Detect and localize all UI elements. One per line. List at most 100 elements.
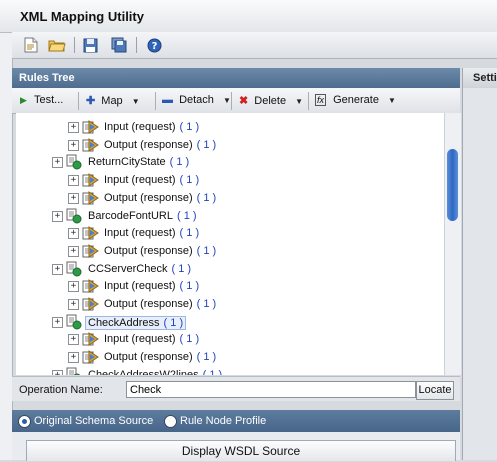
detach-button[interactable]: ▬ Detach ▼ <box>162 94 231 108</box>
tree-message-row[interactable]: + Output (response)( 1 ) <box>16 295 444 313</box>
scrollbar-thumb[interactable] <box>447 149 458 221</box>
tree-node-label[interactable]: Input (request)( 1 ) <box>104 333 199 345</box>
play-icon: ▶ <box>20 95 27 105</box>
expand-icon[interactable]: + <box>52 263 63 275</box>
rule-node-profile-label[interactable]: Rule Node Profile <box>180 415 266 427</box>
test-button[interactable]: ▶ Test... <box>20 94 63 108</box>
save-icon[interactable] <box>81 36 99 54</box>
expand-icon[interactable]: + <box>52 157 63 169</box>
tree-node-label[interactable]: Output (response)( 1 ) <box>104 298 216 310</box>
operation-name-input[interactable] <box>126 381 416 398</box>
help-icon[interactable]: ? <box>145 36 163 54</box>
expand-icon[interactable]: + <box>68 192 79 204</box>
rules-tree-view[interactable]: + Input (request)( 1 ) + Output (response)(… <box>16 113 444 375</box>
open-folder-icon[interactable] <box>48 36 66 54</box>
tree-node-label[interactable]: CheckAddressW2lines( 1 ) <box>88 369 222 375</box>
tree-message-row[interactable]: + Output (response)( 1 ) <box>16 348 444 366</box>
expand-icon[interactable]: + <box>68 139 79 151</box>
expand-icon[interactable]: + <box>68 299 79 310</box>
expand-icon[interactable]: + <box>68 352 79 364</box>
settings-panel: Setti <box>462 68 497 460</box>
message-node-icon <box>82 119 99 135</box>
settings-panel-title: Setti <box>473 72 497 84</box>
tree-node-label[interactable]: Output (response)( 1 ) <box>104 139 216 151</box>
tree-node-label[interactable]: Input (request)( 1 ) <box>104 121 199 133</box>
expand-icon[interactable]: + <box>52 316 63 328</box>
tree-vertical-scrollbar[interactable] <box>444 113 461 375</box>
tree-message-row[interactable]: + Output (response)( 1 ) <box>16 136 444 154</box>
svg-text:?: ? <box>151 41 157 52</box>
tree-operation-row[interactable]: + CCServerCheck( 1 ) <box>16 260 444 278</box>
tree-message-row[interactable]: + Output (response)( 1 ) <box>16 242 444 260</box>
tree-node-count: ( 1 ) <box>179 280 200 293</box>
tree-message-row[interactable]: + Input (request)( 1 ) <box>16 330 444 348</box>
tree-node-name: Input (request) <box>104 227 176 240</box>
rules-tree-title: Rules Tree <box>19 72 75 84</box>
tree-message-row[interactable]: + Input (request)( 1 ) <box>16 224 444 242</box>
message-node-icon <box>82 243 99 259</box>
map-button[interactable]: ✚ Map ▼ <box>86 94 140 108</box>
tree-node-label[interactable]: BarcodeFontURL ( 1 ) <box>88 210 197 222</box>
message-node-icon <box>82 137 99 153</box>
tree-node-name: Output (response) <box>104 298 193 310</box>
action-separator <box>155 92 156 110</box>
tree-operation-row[interactable]: + CheckAddress( 1 ) <box>16 313 444 331</box>
chevron-down-icon: ▼ <box>388 96 396 105</box>
expand-icon[interactable]: + <box>68 245 79 257</box>
operation-name-bar: Operation Name: Locate <box>12 376 460 401</box>
tree-node-label[interactable]: Input (request)( 1 ) <box>104 174 199 186</box>
tree-operation-row[interactable]: + BarcodeFontURL ( 1 ) <box>16 207 444 225</box>
tree-node-label[interactable]: CheckAddress( 1 ) <box>85 315 187 330</box>
tree-operation-row[interactable]: + CheckAddressW2lines( 1 ) <box>16 366 444 375</box>
rules-tree-header: Rules Tree <box>12 68 460 88</box>
tree-node-label[interactable]: Output (response)( 1 ) <box>104 351 216 363</box>
action-separator <box>308 92 309 110</box>
expand-icon[interactable]: + <box>68 334 79 346</box>
tree-message-row[interactable]: + Input (request)( 1 ) <box>16 118 444 136</box>
main-toolbar: ? <box>12 32 497 59</box>
expand-icon[interactable]: + <box>52 369 63 375</box>
message-node-icon <box>82 296 99 312</box>
title-bar: XML Mapping Utility <box>0 0 497 33</box>
delete-button[interactable]: ✖ Delete ▼ <box>239 94 303 108</box>
original-schema-source-radio[interactable] <box>18 415 31 428</box>
tree-node-label[interactable]: ReturnCityState( 1 ) <box>88 156 189 168</box>
rules-tree-action-bar: ▶ Test... ✚ Map ▼ ▬ Detach ▼ ✖ Delete ▼ … <box>12 88 460 114</box>
tree-message-row[interactable]: + Input (request)( 1 ) <box>16 277 444 295</box>
tree-node-count: ( 1 ) <box>196 351 217 364</box>
generate-button[interactable]: fx Generate ▼ <box>315 94 396 108</box>
map-button-label: Map <box>101 95 123 107</box>
expand-icon[interactable]: + <box>68 122 79 133</box>
tree-message-row[interactable]: + Output (response)( 1 ) <box>16 189 444 207</box>
tree-node-count: ( 1 ) <box>202 368 223 375</box>
expand-icon[interactable]: + <box>68 175 79 187</box>
locate-button[interactable]: Locate <box>416 381 454 400</box>
tree-node-count: ( 1 ) <box>177 209 197 222</box>
save-all-icon[interactable] <box>110 36 128 54</box>
rule-node-profile-radio[interactable] <box>164 415 177 428</box>
tree-node-label[interactable]: Output (response)( 1 ) <box>104 192 216 204</box>
tree-node-count: ( 1 ) <box>196 191 217 204</box>
tree-node-label[interactable]: Output (response)( 1 ) <box>104 245 216 257</box>
message-node-icon <box>82 349 99 365</box>
operation-node-icon <box>66 367 82 375</box>
tree-node-label[interactable]: CCServerCheck( 1 ) <box>88 263 191 275</box>
chevron-down-icon: ▼ <box>222 96 231 105</box>
tree-node-label[interactable]: Input (request)( 1 ) <box>104 227 199 239</box>
tree-message-row[interactable]: + Input (request)( 1 ) <box>16 171 444 189</box>
message-node-icon <box>82 172 99 188</box>
message-node-icon <box>82 190 99 206</box>
schema-source-bar: Original Schema Source Rule Node Profile <box>12 410 460 432</box>
tree-node-label[interactable]: Input (request)( 1 ) <box>104 280 199 292</box>
display-wsdl-source-button[interactable]: Display WSDL Source <box>26 440 456 461</box>
expand-icon[interactable]: + <box>68 228 79 240</box>
window-title: XML Mapping Utility <box>20 9 144 24</box>
new-document-icon[interactable] <box>22 36 40 54</box>
expand-icon[interactable]: + <box>68 281 79 293</box>
tree-node-count: ( 1 ) <box>179 333 200 346</box>
tree-operation-row[interactable]: + ReturnCityState( 1 ) <box>16 153 444 171</box>
original-schema-source-label[interactable]: Original Schema Source <box>34 415 153 427</box>
tree-node-name: ReturnCityState <box>88 156 166 169</box>
tree-node-name: CCServerCheck <box>88 262 168 275</box>
expand-icon[interactable]: + <box>52 210 63 222</box>
